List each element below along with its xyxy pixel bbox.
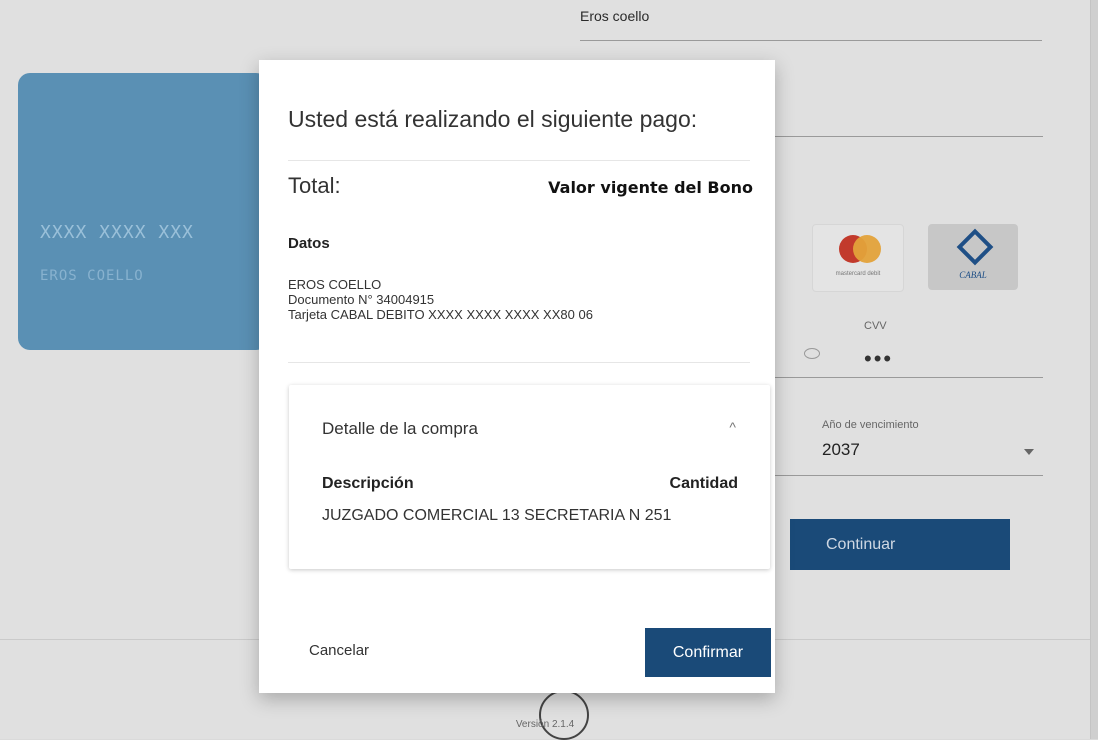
cancel-button[interactable]: Cancelar [309,642,369,659]
show-cvv-eye-icon[interactable] [804,348,820,359]
payer-name: EROS COELLO [288,277,382,292]
expiry-year-select[interactable]: 2037 [822,440,860,460]
cabal-logo-icon [956,228,994,266]
dialog-title: Usted está realizando el siguiente pago: [288,106,698,132]
column-header-description: Descripción [322,475,414,492]
payment-confirmation-dialog: Usted está realizando el siguiente pago:… [259,60,775,693]
cvv-underline [775,377,1043,378]
name-field-underline [580,40,1042,41]
card-holder-preview: EROS COELLO [40,268,144,284]
datos-divider [288,362,750,363]
total-value: Valor vigente del Bono [548,178,753,197]
field-underline [775,136,1043,137]
total-label: Total: [288,173,341,198]
dropdown-caret-icon[interactable] [1024,449,1034,455]
mastercard-label: mastercard debit [835,271,881,277]
purchase-item-description: JUZGADO COMERCIAL 13 SECRETARIA N 251 [322,507,672,524]
purchase-detail-title[interactable]: Detalle de la compra [322,419,478,439]
mastercard-debit-option[interactable]: mastercard debit [812,224,904,292]
cvv-label: CVV [864,320,887,332]
card-number-preview: XXXX XXXX XXX [40,222,194,243]
chevron-up-icon[interactable]: ^ [729,419,736,435]
cardholder-name-field[interactable]: Eros coello [580,8,649,24]
version-label: Versión 2.1.4 [515,719,575,730]
expiry-year-underline [775,475,1043,476]
confirm-button[interactable]: Confirmar [645,628,771,677]
credit-card-preview [18,73,268,350]
title-divider [288,160,750,161]
payer-document: Documento N° 34004915 [288,292,435,307]
expiry-year-label: Año de vencimiento [822,419,919,431]
datos-heading: Datos [288,235,330,252]
column-header-quantity: Cantidad [669,475,738,492]
mastercard-yellow-circle-icon [853,235,881,263]
footer-logo-icon [539,690,589,740]
page-scrollbar[interactable] [1090,0,1098,739]
cabal-label: CABAL [959,270,987,280]
payer-card: Tarjeta CABAL DEBITO XXXX XXXX XXXX XX80… [288,307,593,322]
purchase-detail-panel[interactable]: Detalle de la compra ^ Descripción Canti… [289,385,770,569]
cvv-input[interactable]: ••• [864,346,893,372]
cabal-option[interactable]: CABAL [928,224,1018,290]
continue-button[interactable]: Continuar [790,519,1010,570]
